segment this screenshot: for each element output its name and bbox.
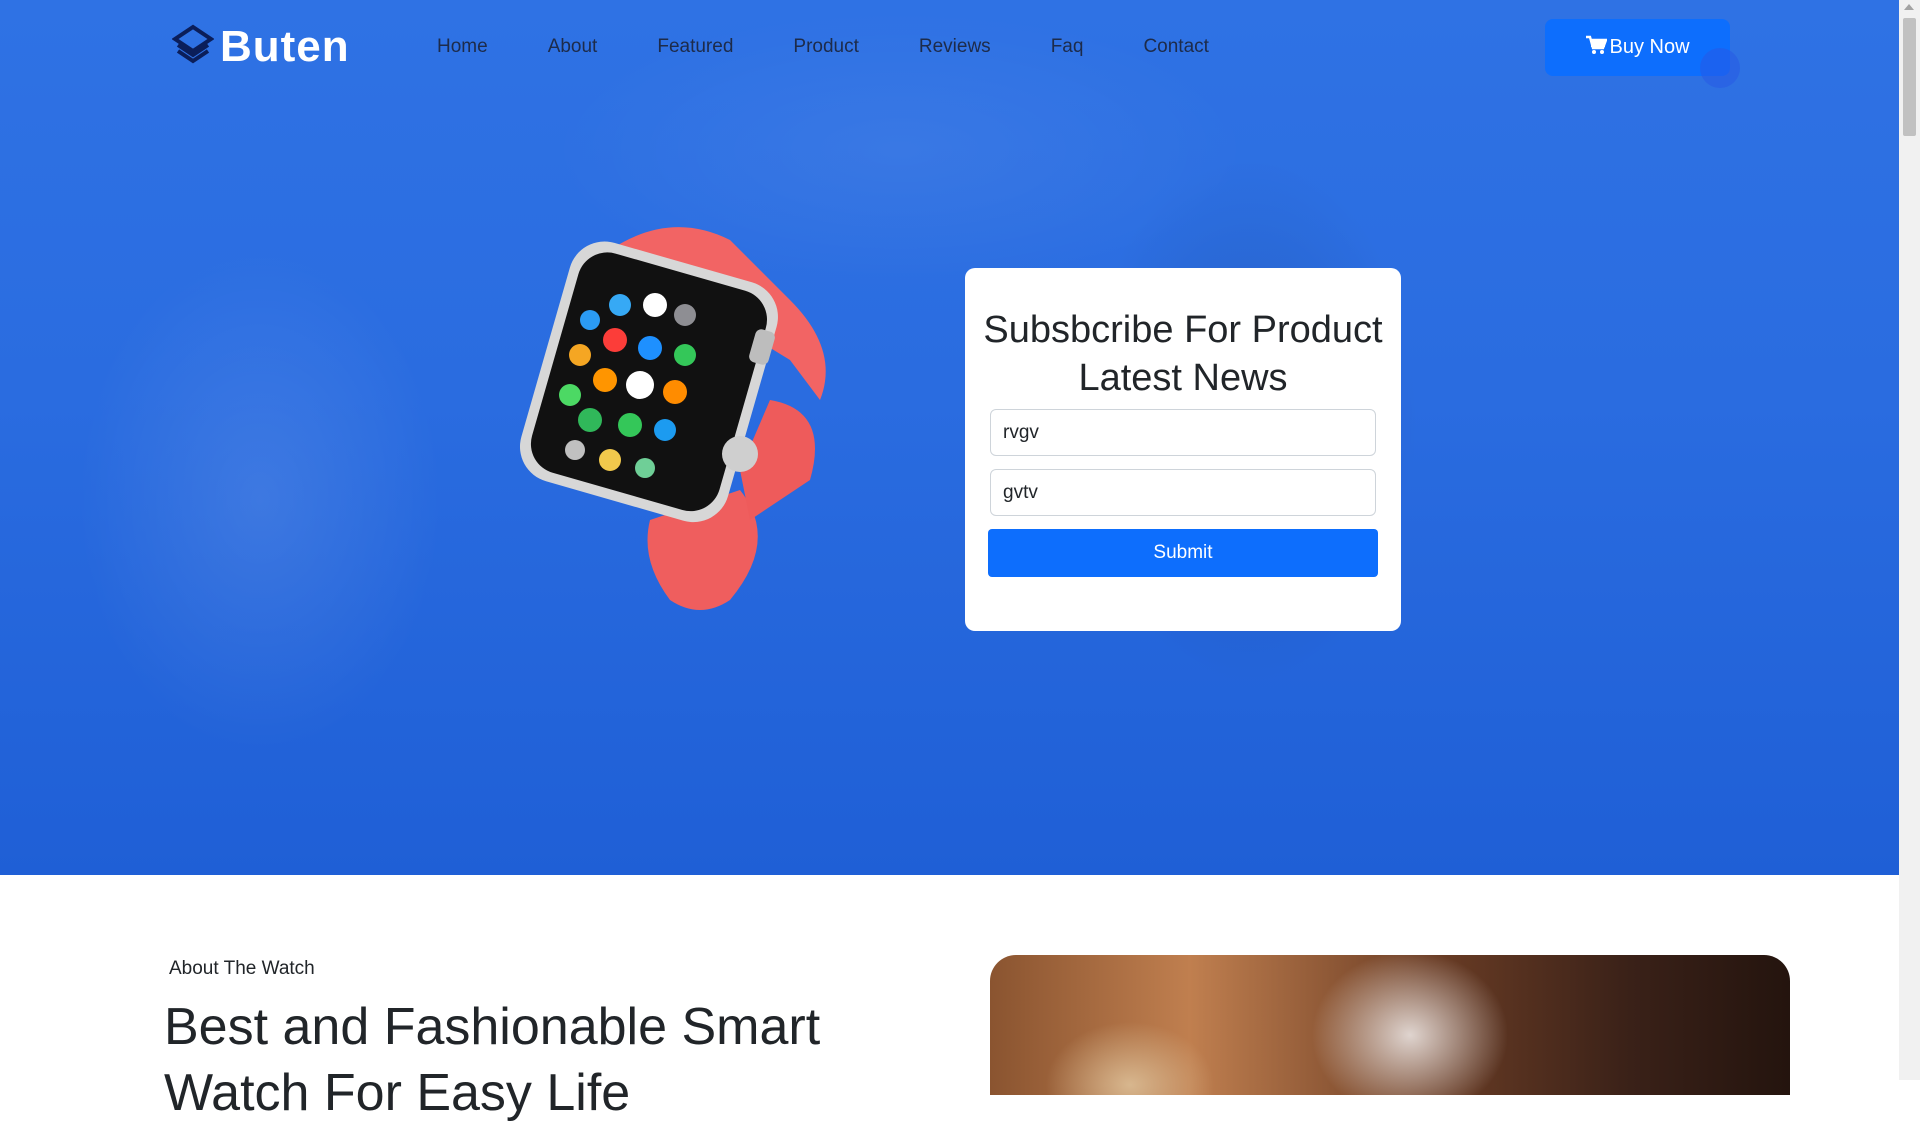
hero-section	[0, 0, 1899, 875]
nav-product[interactable]: Product	[793, 36, 858, 58]
subscribe-title: Subsbcribe For Product Latest News	[983, 309, 1383, 399]
nav-home[interactable]: Home	[437, 36, 488, 58]
subscribe-field-2[interactable]	[990, 469, 1376, 516]
nav-featured[interactable]: Featured	[657, 36, 733, 58]
nav-about[interactable]: About	[548, 36, 598, 58]
brand-name: Buten	[220, 22, 350, 71]
cart-icon	[1585, 35, 1609, 61]
about-headline: Best and Fashionable Smart Watch For Eas…	[164, 998, 821, 1122]
about-eyebrow: About The Watch	[169, 958, 315, 979]
nav-contact[interactable]: Contact	[1143, 36, 1208, 58]
scroll-up-arrow-icon[interactable]	[1904, 4, 1914, 10]
navbar: Buten Home About Featured Product Review…	[0, 0, 1899, 100]
nav-faq[interactable]: Faq	[1051, 36, 1084, 58]
nav-menu: Home About Featured Product Reviews Faq …	[437, 36, 1269, 58]
smart-watch-image	[490, 220, 850, 620]
layers-logo-icon	[171, 24, 215, 71]
about-image	[990, 955, 1790, 1095]
page-scrollbar[interactable]	[1899, 0, 1920, 1080]
decorative-dot	[1700, 48, 1740, 88]
scroll-thumb[interactable]	[1903, 18, 1916, 136]
nav-reviews[interactable]: Reviews	[919, 36, 991, 58]
subscribe-card: Subsbcribe For Product Latest News Submi…	[965, 268, 1401, 631]
brand-logo[interactable]: Buten	[171, 22, 350, 72]
buy-now-label: Buy Now	[1609, 36, 1690, 58]
submit-button[interactable]: Submit	[988, 529, 1378, 577]
subscribe-field-1[interactable]	[990, 409, 1376, 456]
